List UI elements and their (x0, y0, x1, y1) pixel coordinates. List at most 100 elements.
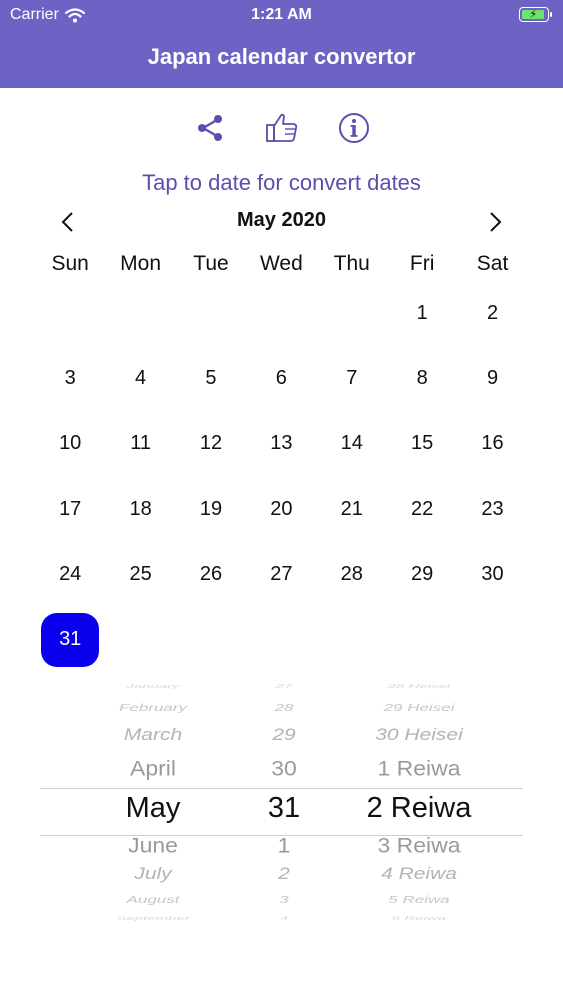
day-number: 3 (64, 367, 76, 390)
picker-item[interactable]: 29 Heisei (336, 702, 502, 714)
day-cell[interactable]: 20 (246, 477, 316, 542)
picker-item[interactable]: April (40, 756, 266, 781)
day-cell[interactable]: 14 (317, 411, 387, 476)
info-button[interactable] (336, 110, 372, 146)
day-number: 8 (416, 367, 428, 390)
picker-item[interactable]: 1 Reiwa (336, 756, 502, 781)
weekday-label: Sun (51, 252, 89, 275)
weekday-label: Mon (120, 252, 162, 275)
selected-day-cell[interactable]: 31 (35, 607, 105, 672)
status-time: 1:21 AM (251, 6, 312, 23)
weekday-label: Tue (193, 252, 229, 275)
day-cell[interactable]: 26 (176, 542, 246, 607)
day-cell[interactable]: 21 (317, 477, 387, 542)
day-cell[interactable]: 22 (387, 477, 457, 542)
charging-bolt-icon: ⚡ (529, 7, 538, 21)
picker-day-column[interactable]: 27 28 29 30 31 1 2 3 4 (246, 684, 322, 934)
weekday-label: Fri (409, 252, 435, 275)
day-number: 18 (129, 497, 152, 520)
picker-item[interactable]: 27 (246, 684, 322, 690)
day-number: 15 (411, 432, 434, 455)
day-cell[interactable]: 2 (457, 281, 527, 346)
day-number: 26 (199, 562, 223, 585)
day-cell[interactable]: 7 (317, 346, 387, 411)
day-cell[interactable]: 11 (105, 411, 175, 476)
picker-item[interactable]: 30 (246, 756, 322, 781)
calendar-grid: 1 2 3 4 5 6 7 8 9 10 11 12 13 14 15 16 17 18 19 20 21 22 23 24 2… (35, 281, 528, 672)
day-number: 19 (199, 497, 223, 520)
picker-item[interactable]: August (40, 894, 266, 906)
picker-item[interactable]: September (40, 915, 266, 921)
chevron-right-icon (490, 212, 502, 232)
picker-selected-item[interactable]: 31 (246, 792, 322, 825)
battery-icon: ⚡ (519, 7, 552, 22)
next-month-button[interactable] (483, 210, 507, 234)
picker-item[interactable]: July (40, 864, 266, 883)
picker-item[interactable]: 1 (246, 833, 322, 858)
day-cell[interactable]: 12 (176, 411, 246, 476)
picker-item[interactable]: January (40, 684, 266, 690)
picker-item[interactable]: 6 Reiwa (336, 915, 502, 921)
day-number: 7 (346, 367, 358, 390)
month-title: May 2020 (237, 209, 326, 231)
picker-selected-item[interactable]: 2 Reiwa (336, 792, 502, 825)
day-cell[interactable]: 29 (387, 542, 457, 607)
day-cell[interactable]: 1 (387, 281, 457, 346)
day-cell[interactable]: 18 (105, 477, 175, 542)
day-cell[interactable]: 16 (457, 411, 527, 476)
weekday-header: Sun Mon Tue Wed Thu Fri Sat (35, 252, 528, 276)
picker-item[interactable]: 3 (246, 894, 322, 906)
picker-item[interactable]: June (40, 833, 266, 858)
day-number: 25 (129, 562, 152, 585)
day-cell[interactable]: 23 (457, 477, 527, 542)
month-navigation: May 2020 (0, 206, 563, 238)
day-cell[interactable]: 9 (457, 346, 527, 411)
date-picker-wheel[interactable]: January February March April May June July Augu… (40, 684, 523, 934)
picker-month-column[interactable]: January February March April May June July Augu… (40, 684, 266, 934)
day-cell[interactable]: 19 (176, 477, 246, 542)
picker-item[interactable]: 4 (246, 915, 322, 921)
picker-item[interactable]: 2 (246, 864, 322, 883)
day-cell[interactable]: 5 (176, 346, 246, 411)
picker-item[interactable]: 29 (246, 725, 322, 744)
day-number: 6 (275, 367, 287, 390)
share-button[interactable] (192, 110, 228, 146)
day-cell[interactable]: 3 (35, 346, 105, 411)
empty-day-cell (317, 281, 387, 346)
picker-item[interactable]: 28 (246, 702, 322, 714)
action-bar (0, 110, 563, 146)
day-number: 16 (481, 432, 504, 455)
day-number: 22 (411, 497, 434, 520)
like-button[interactable] (264, 110, 300, 146)
share-icon (197, 115, 222, 141)
day-number: 20 (270, 497, 293, 520)
day-cell[interactable]: 24 (35, 542, 105, 607)
day-number: 9 (486, 367, 499, 390)
picker-item[interactable]: 3 Reiwa (336, 833, 502, 858)
day-cell[interactable]: 13 (246, 411, 316, 476)
picker-item[interactable]: 28 Heisei (336, 684, 502, 690)
day-number: 12 (199, 432, 223, 455)
day-number: 10 (59, 432, 82, 455)
picker-era-column[interactable]: 28 Heisei 29 Heisei 30 Heisei 1 Reiwa 2 Reiw… (336, 684, 502, 934)
day-cell[interactable]: 4 (105, 346, 175, 411)
day-cell[interactable]: 25 (105, 542, 175, 607)
picker-selected-item[interactable]: May (40, 792, 266, 825)
day-cell[interactable]: 6 (246, 346, 316, 411)
picker-item[interactable]: 30 Heisei (336, 725, 502, 744)
picker-item[interactable]: February (40, 702, 266, 714)
day-number: 5 (205, 367, 217, 390)
day-number: 27 (270, 562, 293, 585)
day-number: 2 (486, 302, 499, 325)
day-cell[interactable]: 28 (317, 542, 387, 607)
picker-item[interactable]: March (40, 725, 266, 744)
day-cell[interactable]: 15 (387, 411, 457, 476)
day-cell[interactable]: 8 (387, 346, 457, 411)
picker-item[interactable]: 5 Reiwa (336, 894, 502, 906)
day-cell[interactable]: 17 (35, 477, 105, 542)
thumbs-up-icon (265, 113, 297, 142)
day-cell[interactable]: 10 (35, 411, 105, 476)
day-cell[interactable]: 30 (457, 542, 527, 607)
day-cell[interactable]: 27 (246, 542, 316, 607)
picker-item[interactable]: 4 Reiwa (336, 864, 502, 883)
